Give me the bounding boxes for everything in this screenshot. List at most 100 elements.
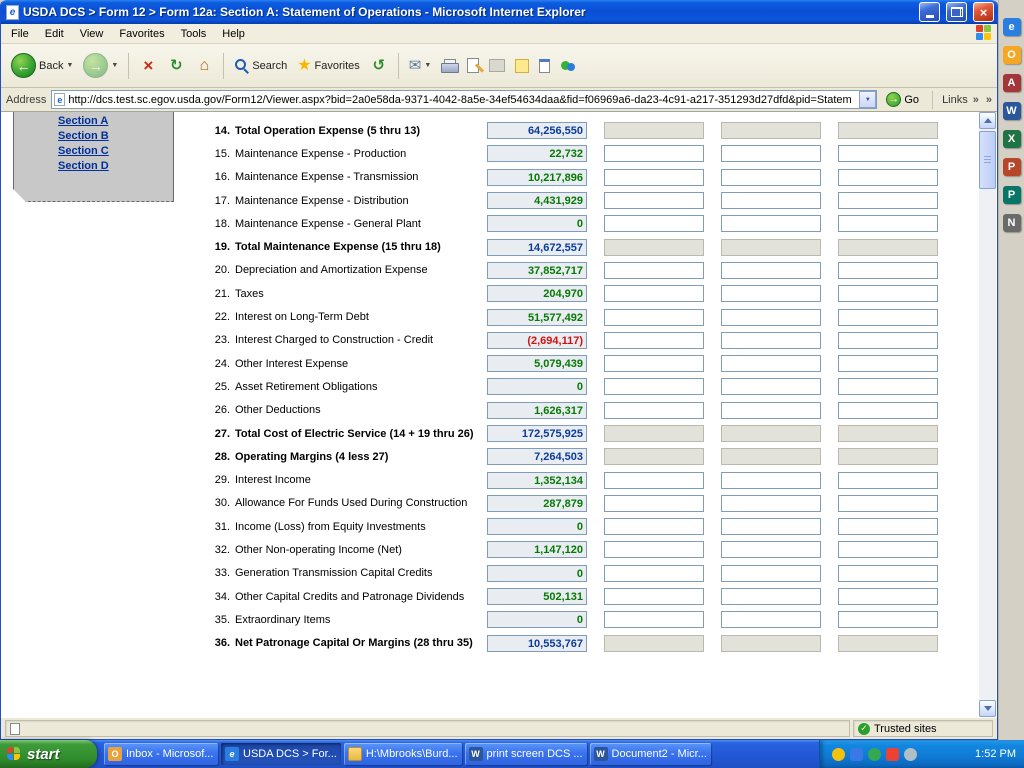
back-dropdown-icon[interactable]: ▼ <box>66 62 73 69</box>
row-input-3[interactable] <box>721 472 821 489</box>
taskbar-button[interactable]: eUSDA DCS > For... <box>221 743 341 765</box>
row-input-2[interactable] <box>604 611 704 628</box>
row-input-3[interactable] <box>721 588 821 605</box>
minimize-button[interactable] <box>919 2 940 22</box>
row-input-3[interactable] <box>721 495 821 512</box>
discuss-button[interactable] <box>485 57 509 74</box>
home-button[interactable]: ⌂ <box>191 55 217 77</box>
messenger-button[interactable] <box>556 57 580 75</box>
row-input-4[interactable] <box>838 332 938 349</box>
row-input-2[interactable] <box>604 541 704 558</box>
menu-item-edit[interactable]: Edit <box>37 26 72 42</box>
row-input-3[interactable] <box>721 355 821 372</box>
row-input-4[interactable] <box>838 355 938 372</box>
address-input[interactable]: e http://dcs.test.sc.egov.usda.gov/Form1… <box>51 90 877 109</box>
toolbar-overflow-chevron-icon[interactable]: » <box>986 94 992 106</box>
sidebar-link-section-b[interactable]: Section B <box>58 130 173 143</box>
research-button[interactable] <box>535 57 554 75</box>
row-input-3[interactable] <box>721 611 821 628</box>
vertical-scrollbar[interactable] <box>979 112 996 717</box>
mail-button[interactable]: ✉ ▼ <box>405 56 436 76</box>
row-input-4[interactable] <box>838 541 938 558</box>
row-input-3[interactable] <box>721 169 821 186</box>
forward-dropdown-icon[interactable]: ▼ <box>111 62 118 69</box>
row-input-3[interactable] <box>721 565 821 582</box>
links-bar[interactable]: Links » <box>942 94 981 106</box>
row-input-4[interactable] <box>838 262 938 279</box>
row-input-4[interactable] <box>838 565 938 582</box>
row-input-4[interactable] <box>838 588 938 605</box>
scrollbar-thumb[interactable] <box>979 131 996 189</box>
mail-dropdown-icon[interactable]: ▼ <box>424 62 431 69</box>
row-input-3[interactable] <box>721 541 821 558</box>
taskbar-button[interactable]: H:\Mbrooks\Burd... <box>344 743 462 765</box>
row-input-4[interactable] <box>838 378 938 395</box>
row-input-2[interactable] <box>604 169 704 186</box>
row-input-4[interactable] <box>838 309 938 326</box>
row-input-2[interactable] <box>604 332 704 349</box>
dock-icon-7[interactable]: P <box>1003 186 1021 204</box>
sidebar-link-section-a[interactable]: Section A <box>58 115 173 128</box>
notes-button[interactable] <box>511 57 533 75</box>
row-input-2[interactable] <box>604 355 704 372</box>
menu-item-view[interactable]: View <box>72 26 112 42</box>
taskbar-button[interactable]: Wprint screen DCS ... <box>465 743 587 765</box>
row-input-4[interactable] <box>838 472 938 489</box>
row-input-2[interactable] <box>604 192 704 209</box>
row-input-4[interactable] <box>838 285 938 302</box>
back-button[interactable]: ← Back ▼ <box>7 51 77 80</box>
refresh-button[interactable]: ↻ <box>163 55 189 77</box>
tray-icon-3[interactable] <box>868 748 881 761</box>
row-input-4[interactable] <box>838 145 938 162</box>
row-input-3[interactable] <box>721 145 821 162</box>
row-input-4[interactable] <box>838 518 938 535</box>
restore-button[interactable] <box>946 2 967 22</box>
scroll-down-button[interactable] <box>979 700 996 717</box>
row-input-3[interactable] <box>721 309 821 326</box>
row-input-4[interactable] <box>838 495 938 512</box>
row-input-4[interactable] <box>838 611 938 628</box>
row-input-3[interactable] <box>721 192 821 209</box>
row-input-2[interactable] <box>604 472 704 489</box>
row-input-3[interactable] <box>721 215 821 232</box>
print-button[interactable] <box>437 57 461 75</box>
forward-button[interactable]: → ▼ <box>79 51 122 80</box>
sidebar-link-section-c[interactable]: Section C <box>58 145 173 158</box>
row-input-3[interactable] <box>721 402 821 419</box>
dock-icon-1[interactable]: e <box>1003 18 1021 36</box>
row-input-4[interactable] <box>838 192 938 209</box>
taskbar-button[interactable]: WDocument2 - Micr... <box>590 743 711 765</box>
edit-button[interactable] <box>463 56 483 75</box>
row-input-4[interactable] <box>838 215 938 232</box>
favorites-button[interactable]: ★ Favorites <box>293 56 364 76</box>
row-input-2[interactable] <box>604 285 704 302</box>
dock-icon-6[interactable]: P <box>1003 158 1021 176</box>
menu-item-help[interactable]: Help <box>214 26 253 42</box>
dock-icon-3[interactable]: A <box>1003 74 1021 92</box>
history-button[interactable]: ↺ <box>366 55 392 77</box>
row-input-2[interactable] <box>604 215 704 232</box>
row-input-2[interactable] <box>604 309 704 326</box>
row-input-3[interactable] <box>721 378 821 395</box>
row-input-2[interactable] <box>604 588 704 605</box>
row-input-3[interactable] <box>721 285 821 302</box>
row-input-2[interactable] <box>604 565 704 582</box>
row-input-3[interactable] <box>721 518 821 535</box>
menu-item-tools[interactable]: Tools <box>173 26 215 42</box>
row-input-2[interactable] <box>604 518 704 535</box>
stop-button[interactable]: × <box>135 55 161 77</box>
sidebar-link-section-d[interactable]: Section D <box>58 160 173 173</box>
go-button[interactable]: → Go <box>882 91 923 108</box>
taskbar-button[interactable]: OInbox - Microsof... <box>104 743 218 765</box>
close-button[interactable]: × <box>973 2 994 22</box>
row-input-4[interactable] <box>838 169 938 186</box>
tray-icon-2[interactable] <box>850 748 863 761</box>
scroll-up-button[interactable] <box>979 112 996 129</box>
dock-icon-2[interactable]: O <box>1003 46 1021 64</box>
row-input-2[interactable] <box>604 145 704 162</box>
row-input-2[interactable] <box>604 495 704 512</box>
search-button[interactable]: Search <box>230 56 291 75</box>
start-button[interactable]: start <box>0 740 97 768</box>
row-input-2[interactable] <box>604 378 704 395</box>
row-input-3[interactable] <box>721 332 821 349</box>
